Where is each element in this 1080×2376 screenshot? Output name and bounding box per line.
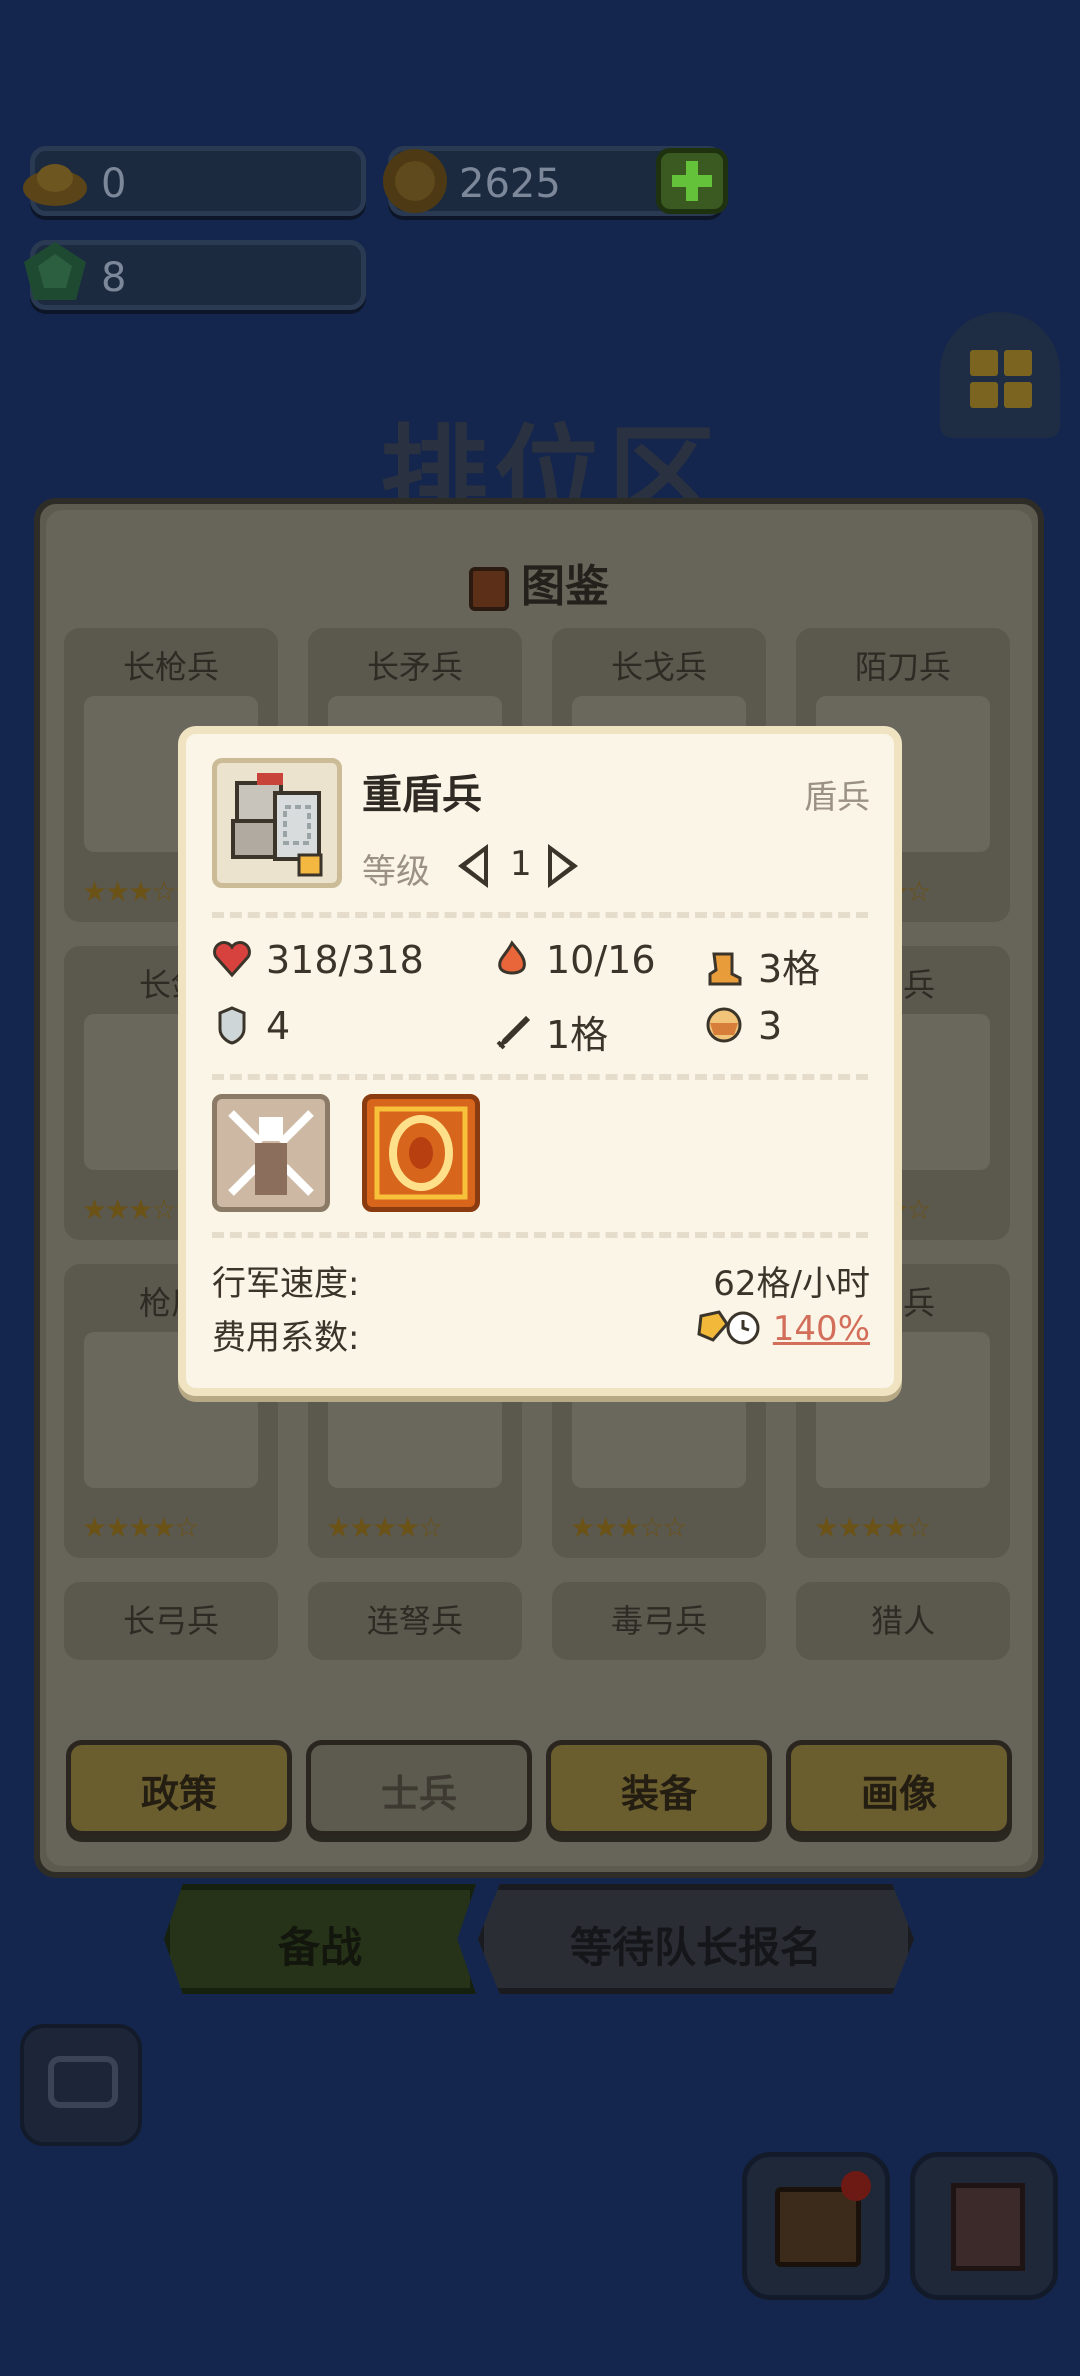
flame-icon <box>498 940 526 975</box>
cost-row: 140% <box>695 1308 870 1349</box>
stat-food-value: 3 <box>758 1004 783 1048</box>
gold-value: 0 <box>101 161 127 207</box>
unit-card-name: 毒弓兵 <box>610 1602 707 1640</box>
stat-energy-value: 10/16 <box>546 938 656 982</box>
unbreakable-skill-icon <box>228 1110 314 1196</box>
divider <box>212 1232 868 1238</box>
march-speed-label: 行军速度: <box>212 1264 360 1304</box>
level-increase-button[interactable] <box>548 844 578 888</box>
unit-name: 重盾兵 <box>362 772 482 818</box>
tab-portrait-label: 画像 <box>860 1772 937 1816</box>
scroll-icon <box>951 2183 1025 2271</box>
unit-card-name: 猎人 <box>870 1602 935 1640</box>
unit-card-name: 长弓兵 <box>122 1602 219 1640</box>
stat-hp: 318/318 <box>212 938 424 982</box>
tab-portrait[interactable]: 画像 <box>786 1740 1012 1836</box>
cost-time-icon <box>697 1310 760 1345</box>
stat-hp-value: 318/318 <box>266 938 424 982</box>
stat-defense-value: 4 <box>266 1004 291 1048</box>
level-value: 1 <box>510 844 532 884</box>
march-speed-value: 62格/小时 <box>713 1264 870 1304</box>
unit-card[interactable]: 连弩兵 <box>308 1582 522 1660</box>
coin-icon <box>380 146 450 213</box>
prepare-battle-label: 备战 <box>277 1923 362 1972</box>
book-icon <box>469 567 509 611</box>
stat-move-value: 3格 <box>758 947 821 991</box>
waiting-captain-button[interactable]: 等待队长报名 <box>478 1884 914 1994</box>
tab-equipment-label: 装备 <box>620 1772 697 1816</box>
heavy-shield-soldier-icon <box>231 773 323 877</box>
cost-label: 费用系数: <box>212 1318 360 1358</box>
tab-policy-label: 政策 <box>140 1772 217 1816</box>
tab-soldiers-label: 士兵 <box>380 1772 457 1816</box>
grid-icon <box>970 350 1032 408</box>
waiting-captain-label: 等待队长报名 <box>569 1923 822 1972</box>
gem-icon <box>20 238 90 304</box>
star-rating: ★★★☆☆ <box>570 1511 688 1544</box>
gold-ingot-icon <box>20 148 90 214</box>
tab-soldiers[interactable]: 士兵 <box>306 1740 532 1836</box>
star-rating: ★★★★☆ <box>814 1511 932 1544</box>
skill-slot-2[interactable] <box>362 1094 480 1212</box>
heart-icon <box>213 941 251 978</box>
sword-icon <box>496 1015 531 1050</box>
coin-value: 2625 <box>459 161 561 207</box>
shield-icon <box>218 1006 246 1045</box>
unit-card-name: 陌刀兵 <box>854 648 951 686</box>
boot-icon <box>708 952 742 986</box>
stat-move: 3格 <box>704 938 820 993</box>
chat-button[interactable] <box>20 2024 142 2146</box>
grid-menu-button[interactable] <box>940 312 1060 438</box>
unit-card[interactable]: 长弓兵 <box>64 1582 278 1660</box>
codex-title-text: 图鉴 <box>521 561 609 612</box>
unit-card-name: 连弩兵 <box>366 1602 463 1640</box>
prepare-battle-button[interactable]: 备战 <box>164 1884 476 1994</box>
codex-title: 图鉴 <box>46 550 1032 614</box>
tab-equipment[interactable]: 装备 <box>546 1740 772 1836</box>
stat-defense: 4 <box>212 1004 290 1048</box>
add-coins-button[interactable] <box>656 148 728 214</box>
fire-shield-skill-icon <box>374 1106 468 1200</box>
stat-range: 1格 <box>492 1004 608 1059</box>
stat-food: 3 <box>704 1004 782 1048</box>
level-decrease-button[interactable] <box>458 844 488 888</box>
tab-policy[interactable]: 政策 <box>66 1740 292 1836</box>
stat-energy: 10/16 <box>492 938 656 982</box>
cost-value-link[interactable]: 140% <box>773 1309 870 1349</box>
scroll-button[interactable] <box>910 2152 1058 2300</box>
chest-button[interactable] <box>742 2152 890 2300</box>
star-rating: ★★★★☆ <box>82 1511 200 1544</box>
level-label: 等级 <box>362 852 430 892</box>
unit-card-name: 长矛兵 <box>366 648 463 686</box>
divider <box>212 912 868 918</box>
chat-icon <box>48 2056 118 2108</box>
star-rating: ★★★★☆ <box>326 1511 444 1544</box>
gem-value: 8 <box>101 255 127 301</box>
unit-type: 盾兵 <box>804 777 870 816</box>
unit-portrait <box>212 758 342 888</box>
unit-detail-popup: 重盾兵 盾兵 等级 1 318/318 10/16 3格 4 1格 3 行军速度… <box>178 726 902 1396</box>
unit-card[interactable]: 毒弓兵 <box>552 1582 766 1660</box>
unit-card-name: 长枪兵 <box>122 648 219 686</box>
unit-card-name: 长戈兵 <box>610 648 707 686</box>
divider <box>212 1074 868 1080</box>
unit-card[interactable]: 猎人 <box>796 1582 1010 1660</box>
food-bowl-icon <box>706 1007 742 1043</box>
stat-range-value: 1格 <box>546 1013 609 1057</box>
notification-dot <box>841 2171 871 2201</box>
skill-slot-1[interactable] <box>212 1094 330 1212</box>
